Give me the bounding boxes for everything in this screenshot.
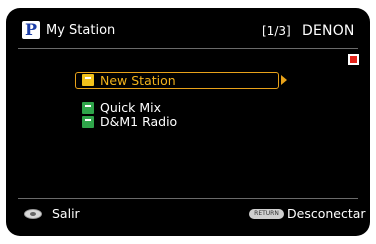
folder-icon (82, 102, 94, 114)
disconnect-button[interactable]: Desconectar (287, 206, 366, 222)
footer-divider (18, 198, 358, 199)
screen: P My Station [1/3] DENON New Station Qui… (6, 8, 370, 236)
stop-icon (348, 54, 359, 65)
footer: Salir RETURN Desconectar (6, 204, 370, 228)
brand-label: DENON (302, 23, 355, 39)
folder-icon (82, 116, 94, 128)
screen-title: My Station (46, 23, 116, 38)
header-divider (18, 48, 358, 49)
page-indicator: [1/3] (262, 24, 291, 38)
selection-arrow-icon (281, 75, 287, 85)
list-item-label: D&M1 Radio (100, 114, 178, 129)
header: P My Station [1/3] DENON (6, 8, 370, 52)
folder-icon (82, 74, 94, 86)
list-item-dm1-radio[interactable]: D&M1 Radio (75, 114, 279, 130)
list-item-label: New Station (100, 73, 176, 88)
pandora-logo-icon: P (22, 21, 40, 39)
return-button-icon[interactable]: RETURN (249, 209, 284, 219)
dial-icon (24, 209, 42, 219)
list-item-new-station[interactable]: New Station (75, 72, 279, 89)
exit-button[interactable]: Salir (52, 206, 80, 222)
